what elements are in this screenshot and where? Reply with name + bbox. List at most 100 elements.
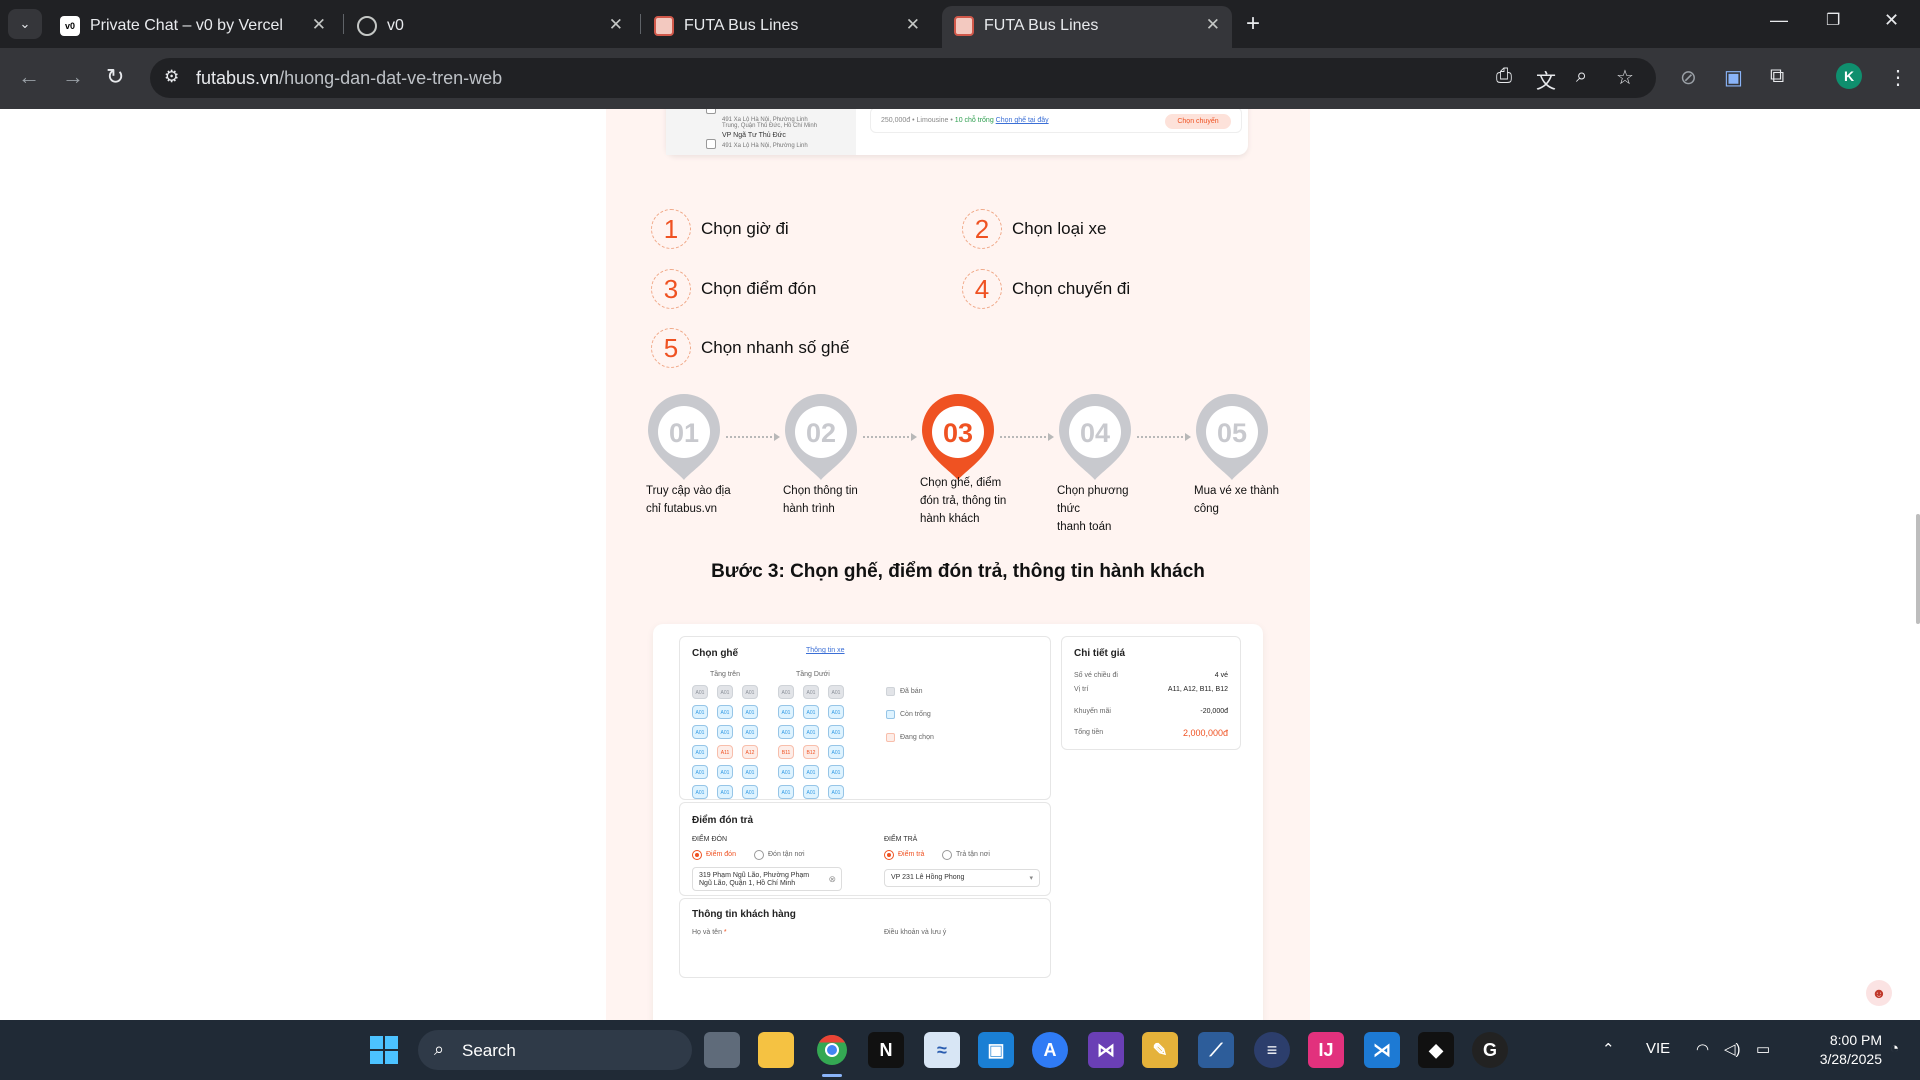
- pickup-address-field: 319 Phạm Ngũ Lão, Phường Phạm Ngũ Lão, Q…: [692, 867, 842, 891]
- app-store-icon[interactable]: A: [1032, 1032, 1068, 1068]
- file-explorer-icon[interactable]: [758, 1032, 794, 1068]
- battery-icon[interactable]: ▭: [1756, 1040, 1770, 1058]
- extensions-icon[interactable]: ⧉: [1770, 65, 1784, 88]
- seat-sold: A01: [828, 685, 844, 699]
- seat-available: A01: [828, 725, 844, 739]
- section-heading: Bước 3: Chọn ghế, điểm đón trả, thông ti…: [711, 561, 1205, 582]
- step-desc-line: Chọn phương thức: [1057, 485, 1129, 515]
- menu-icon[interactable]: ⋮: [1888, 65, 1908, 90]
- forward-button[interactable]: →: [62, 64, 84, 90]
- step-desc-line: Chọn thông tin: [783, 485, 858, 497]
- pickup-dropoff-panel: Điểm đón trả ĐIỂM ĐÓN ĐIỂM TRẢ Điểm đón …: [679, 802, 1051, 896]
- tab-futa-1[interactable]: FUTA Bus Lines ✕: [642, 6, 932, 48]
- step-marker-icon: 01: [648, 394, 720, 480]
- required-asterisk: *: [723, 929, 727, 936]
- page-scrollbar[interactable]: [1916, 514, 1920, 624]
- address-text: 491 Xa Lộ Hà Nội, Phường Linh: [722, 143, 808, 149]
- lower-deck-label: Tầng Dưới: [796, 671, 830, 678]
- taskbar-search[interactable]: ⌕ Search: [418, 1030, 692, 1070]
- reload-button[interactable]: ↻: [106, 64, 124, 90]
- show-hidden-icons[interactable]: ⌃: [1602, 1040, 1615, 1058]
- chrome-icon[interactable]: [814, 1032, 850, 1068]
- step-connector: [1137, 433, 1191, 441]
- start-button[interactable]: [366, 1032, 402, 1068]
- seat-available: A01: [692, 765, 708, 779]
- new-tab-button[interactable]: +: [1246, 10, 1260, 38]
- chat-avatar-icon[interactable]: ☻: [1866, 980, 1892, 1006]
- legend-selected-swatch: [886, 733, 895, 742]
- tab-private-chat[interactable]: v0 Private Chat – v0 by Vercel ✕: [48, 6, 338, 48]
- translate-icon[interactable]: 文: [1536, 65, 1556, 94]
- logitech-icon[interactable]: G: [1472, 1032, 1508, 1068]
- tab-futa-2-active[interactable]: FUTA Bus Lines ✕: [942, 6, 1232, 48]
- notification-icon[interactable]: ◔: [1890, 1040, 1899, 1057]
- legend-free: Còn trống: [900, 711, 931, 718]
- pickup-list: 491 Xa Lộ Hà Nội, Phường Linh Trung, Quậ…: [666, 109, 856, 155]
- pickup-point-label: Điểm đón: [706, 851, 736, 858]
- tab-search-button[interactable]: ⌄: [8, 9, 42, 39]
- price-panel-title: Chi tiết giá: [1074, 648, 1126, 659]
- tab-title: Private Chat – v0 by Vercel: [90, 17, 283, 34]
- task-view-icon[interactable]: [704, 1032, 740, 1068]
- system-clock[interactable]: 8:00 PM 3/28/2025: [1792, 1031, 1882, 1069]
- window-close-button[interactable]: ✕: [1884, 10, 1899, 31]
- install-app-icon[interactable]: ⎙: [1496, 65, 1512, 88]
- pickup-address-line: Ngũ Lão, Quận 1, Hồ Chí Minh: [699, 880, 796, 887]
- step-description: Mua vé xe thành công: [1194, 482, 1290, 518]
- step-desc-line: thanh toán: [1057, 521, 1112, 533]
- step-desc-line: Truy cập vào địa: [646, 485, 731, 497]
- bus-info-link: Thông tin xe: [806, 647, 845, 654]
- zoom-icon[interactable]: ⌕: [1576, 65, 1587, 88]
- close-icon[interactable]: ✕: [1206, 15, 1220, 35]
- active-app-indicator: [822, 1074, 842, 1077]
- remote-desktop-icon[interactable]: ▣: [978, 1032, 1014, 1068]
- upper-deck-label: Tầng trên: [710, 671, 740, 678]
- site-info-icon[interactable]: ⚙: [164, 67, 179, 87]
- unity-icon[interactable]: ◆: [1418, 1032, 1454, 1068]
- eclipse-icon[interactable]: ≡: [1254, 1032, 1290, 1068]
- trip-info: 250,000đ • Limousine • 10 chỗ trống Chọn…: [881, 117, 1049, 124]
- tab-divider: [640, 14, 641, 34]
- volume-icon[interactable]: ◁): [1724, 1040, 1741, 1058]
- vscode-icon[interactable]: ⋊: [1364, 1032, 1400, 1068]
- visual-studio-icon[interactable]: ⋈: [1088, 1032, 1124, 1068]
- drawing-app-icon[interactable]: ⟋: [1198, 1032, 1234, 1068]
- step-marker-icon: 02: [785, 394, 857, 480]
- seat-available: A01: [828, 705, 844, 719]
- monitor-app-icon[interactable]: ≈: [924, 1032, 960, 1068]
- customer-panel-title: Thông tin khách hàng: [692, 909, 796, 920]
- step-desc-line: hành trình: [783, 503, 835, 515]
- compass-extension-icon[interactable]: ⊘: [1680, 65, 1697, 90]
- close-icon[interactable]: ✕: [312, 15, 326, 35]
- profile-avatar[interactable]: K: [1836, 63, 1862, 89]
- seat-available: A01: [717, 785, 733, 799]
- wifi-icon[interactable]: ◠: [1696, 1040, 1709, 1058]
- intellij-icon[interactable]: IJ: [1308, 1032, 1344, 1068]
- translate-extension-icon[interactable]: ▣: [1724, 65, 1743, 90]
- close-icon[interactable]: ✕: [906, 15, 920, 35]
- tab-title: FUTA Bus Lines: [984, 17, 1099, 34]
- step-desc-line: công: [1194, 503, 1219, 515]
- tab-v0[interactable]: v0 ✕: [345, 6, 635, 48]
- input-language[interactable]: VIE: [1646, 1040, 1670, 1057]
- notion-icon[interactable]: N: [868, 1032, 904, 1068]
- office-name: VP Ngã Tư Thủ Đức: [722, 132, 786, 139]
- restore-button[interactable]: ❐: [1826, 10, 1840, 30]
- address-bar[interactable]: ⚙ futabus.vn/huong-dan-dat-ve-tren-web: [150, 58, 1656, 98]
- dropoff-select: VP 231 Lê Hồng Phong ▾: [884, 869, 1040, 887]
- price-label: Số vé chiều đi: [1074, 672, 1118, 679]
- seat-panel-title: Chọn ghế: [692, 648, 739, 659]
- tip-number: 4: [962, 269, 1002, 309]
- step-marker-icon: 03: [922, 394, 994, 480]
- back-button[interactable]: ←: [18, 64, 40, 90]
- url-text[interactable]: futabus.vn/huong-dan-dat-ve-tren-web: [196, 68, 502, 89]
- close-icon[interactable]: ✕: [609, 15, 623, 35]
- bookmark-star-icon[interactable]: ☆: [1616, 65, 1634, 90]
- legend-selected: Đang chọn: [900, 734, 934, 741]
- address-text: Trung, Quận Thủ Đức, Hồ Chí Minh: [722, 123, 818, 129]
- price-value: -20,000đ: [1200, 708, 1228, 715]
- paint-app-icon[interactable]: ✎: [1142, 1032, 1178, 1068]
- step-number: 04: [1080, 418, 1110, 448]
- minimize-button[interactable]: —: [1770, 10, 1788, 31]
- dropoff-home-radio: [942, 850, 952, 860]
